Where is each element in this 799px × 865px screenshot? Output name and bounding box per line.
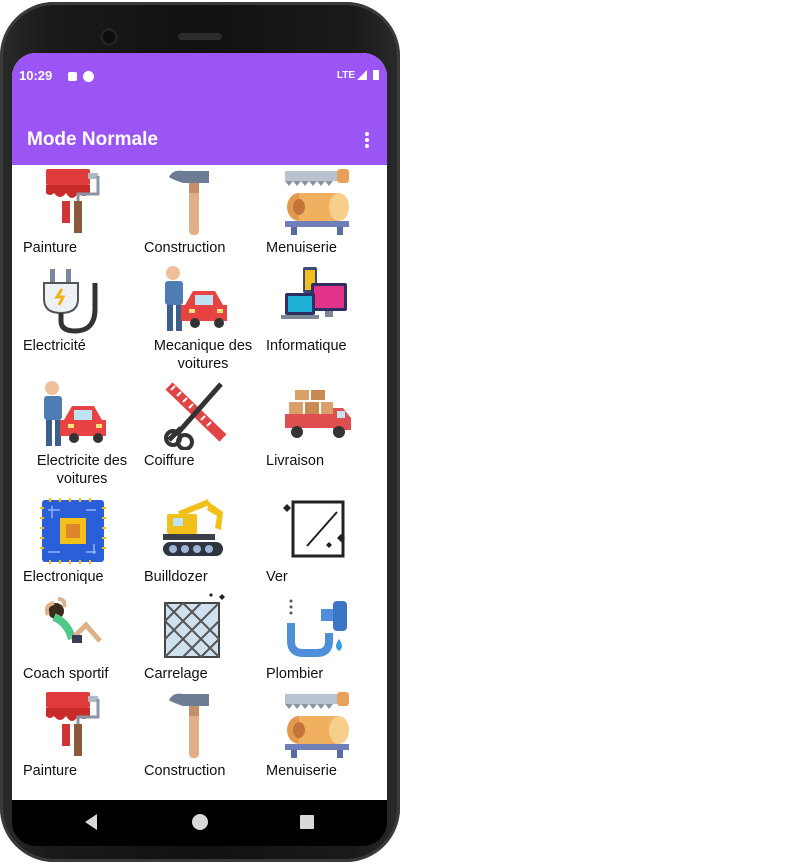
- hammer-icon: [169, 693, 209, 758]
- service-tile[interactable]: Livraison: [259, 376, 381, 472]
- service-tile[interactable]: Plombier: [259, 589, 381, 685]
- service-label: Electronique: [23, 569, 104, 585]
- front-camera: [100, 28, 118, 46]
- service-tile[interactable]: Painture: [16, 686, 138, 782]
- notification-a-icon: [68, 72, 78, 82]
- earpiece-speaker: [178, 33, 222, 40]
- status-bar: 10:29: [19, 68, 95, 83]
- service-tile[interactable]: Mecanique des voitures: [137, 261, 259, 372]
- service-tile[interactable]: Carrelage: [137, 589, 259, 685]
- network-type: LTE: [336, 70, 355, 81]
- car-mechanic-icon: [165, 266, 227, 331]
- plug-icon: [43, 269, 98, 334]
- saw-wood-icon: [285, 169, 349, 235]
- service-tile[interactable]: Electricite des voitures: [16, 376, 138, 487]
- service-label: Coach sportif: [23, 666, 109, 682]
- glass-pane-icon: [283, 500, 345, 558]
- delivery-truck-icon: [285, 390, 351, 438]
- service-label: Informatique: [266, 338, 347, 354]
- paint-roller-icon: [46, 169, 100, 233]
- service-label: Construction: [144, 240, 226, 256]
- service-tile[interactable]: Painture: [16, 163, 138, 259]
- service-label: Plombier: [266, 666, 324, 682]
- service-tile[interactable]: Electronique: [16, 492, 138, 588]
- more-vert-icon[interactable]: [365, 132, 369, 148]
- service-label: Ver: [266, 569, 288, 585]
- service-tile[interactable]: Coiffure: [137, 376, 259, 472]
- service-tile[interactable]: Coach sportif: [16, 589, 138, 685]
- screen: 10:29 LTE Mode Normale Painture Construct…: [12, 53, 387, 800]
- service-label: Menuiserie: [266, 240, 337, 256]
- service-label: Electricite des voitures: [36, 453, 128, 487]
- notification-f-icon: [83, 71, 95, 83]
- tiles-icon: [164, 593, 225, 658]
- service-tile[interactable]: Construction: [137, 686, 259, 782]
- status-time: 10:29: [19, 68, 53, 83]
- home-icon[interactable]: [192, 814, 208, 830]
- navigation-bar: [12, 800, 387, 846]
- signal-icon: [357, 70, 367, 81]
- service-label: Menuiserie: [266, 763, 337, 779]
- scissors-comb-icon: [164, 382, 227, 450]
- service-tile[interactable]: Ver: [259, 492, 381, 588]
- circuit-chip-icon: [40, 498, 106, 564]
- service-tile[interactable]: Builldozer: [137, 492, 259, 588]
- service-label: Painture: [23, 240, 78, 256]
- app-bar: 10:29 LTE Mode Normale: [12, 53, 387, 165]
- hammer-icon: [169, 170, 209, 235]
- service-tile[interactable]: Electricité: [16, 261, 138, 357]
- saw-wood-icon: [285, 692, 349, 758]
- battery-icon: [373, 70, 379, 81]
- service-label: Painture: [23, 763, 78, 779]
- system-icons: LTE: [337, 70, 379, 81]
- page-title: Mode Normale: [27, 129, 158, 150]
- computer-icon: [281, 267, 347, 319]
- service-tile[interactable]: Menuiserie: [259, 686, 381, 782]
- service-label: Livraison: [266, 453, 325, 469]
- service-tile[interactable]: Construction: [137, 163, 259, 259]
- service-label: Construction: [144, 763, 226, 779]
- faucet-pipe-icon: [287, 599, 347, 657]
- service-label: Electricité: [23, 338, 86, 354]
- services-grid: Painture Construction Menuiserie Electricit…: [12, 165, 387, 800]
- service-tile[interactable]: Informatique: [259, 261, 381, 357]
- paint-roller-icon: [46, 692, 100, 756]
- car-mechanic-icon: [44, 381, 106, 446]
- back-icon[interactable]: [85, 814, 97, 830]
- excavator-icon: [163, 499, 223, 556]
- service-tile[interactable]: Menuiserie: [259, 163, 381, 259]
- service-label: Builldozer: [144, 569, 208, 585]
- service-label: Carrelage: [144, 666, 208, 682]
- service-label: Coiffure: [144, 453, 195, 469]
- fitness-icon: [44, 597, 102, 643]
- recents-icon[interactable]: [300, 815, 314, 829]
- service-label: Mecanique des voitures: [153, 338, 253, 372]
